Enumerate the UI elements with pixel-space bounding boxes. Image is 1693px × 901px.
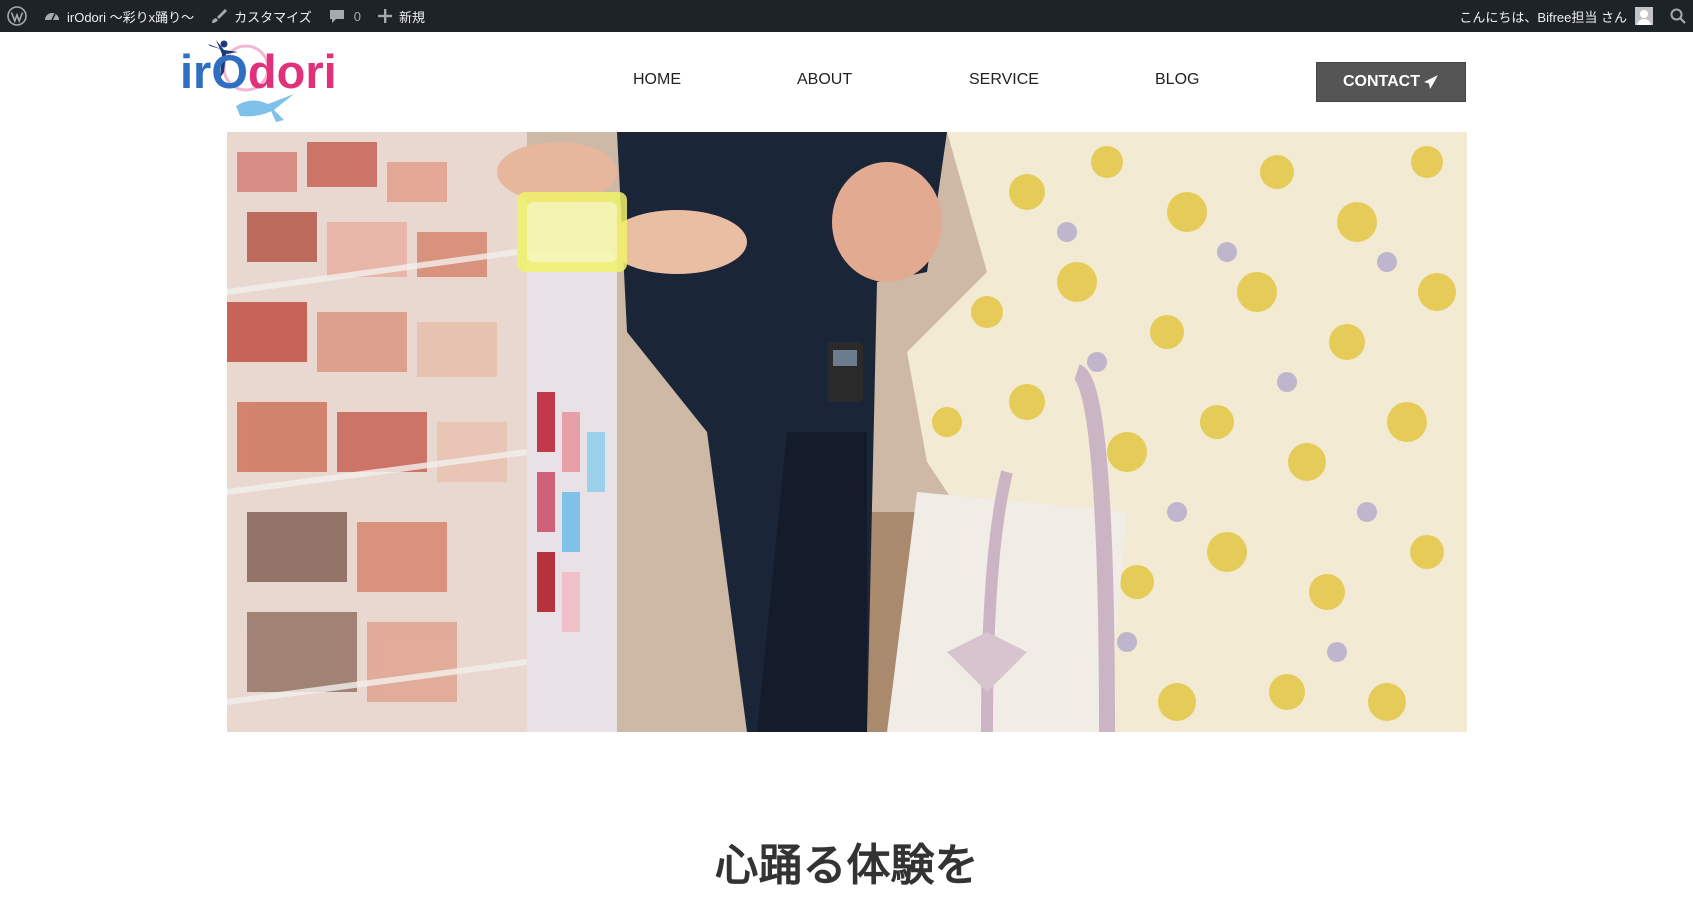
dashboard-icon [45,13,59,21]
my-account-menu[interactable]: こんにちは、Bifree担当 さん [1451,0,1661,32]
customize-menu[interactable]: カスタマイズ [202,0,320,32]
admin-search[interactable] [1661,0,1693,32]
contact-button[interactable]: CONTACT [1316,62,1466,102]
nav-blog[interactable]: BLOG [1155,58,1199,102]
new-content-menu[interactable]: 新規 [369,0,433,32]
comments-menu[interactable]: 0 [320,0,369,32]
admin-bar: irOdori 〜彩りx踊り〜 カスタマイズ 0 新規 こんにちは、Bifree… [0,0,1693,32]
site-name-menu[interactable]: irOdori 〜彩りx踊り〜 [35,0,202,32]
nav-service[interactable]: SERVICE [969,58,1039,102]
customize-label: カスタマイズ [234,9,312,25]
paper-plane-icon [1424,75,1439,89]
wordpress-menu[interactable] [0,0,35,32]
section-heading: 心踊る体験を [714,840,979,891]
comments-count: 0 [353,8,361,24]
plus-icon [377,9,392,23]
comment-icon [329,10,344,23]
photo-shoppers-cosmetics [227,132,1467,732]
site-logo[interactable]: irOdori [176,38,366,124]
contact-label: CONTACT [1342,73,1421,90]
avatar [1635,7,1653,25]
new-label: 新規 [398,9,425,25]
search-icon [1670,8,1686,24]
nav-home[interactable]: HOME [633,58,681,102]
logo-wordmark: irOdori [180,45,337,98]
brush-icon [212,9,228,23]
greeting-text: こんにちは、Bifree担当 さん [1459,9,1627,25]
nav-about[interactable]: ABOUT [797,58,852,102]
wordpress-icon [7,6,27,26]
site-name-label: irOdori 〜彩りx踊り〜 [67,9,195,25]
hero-image [227,132,1467,732]
